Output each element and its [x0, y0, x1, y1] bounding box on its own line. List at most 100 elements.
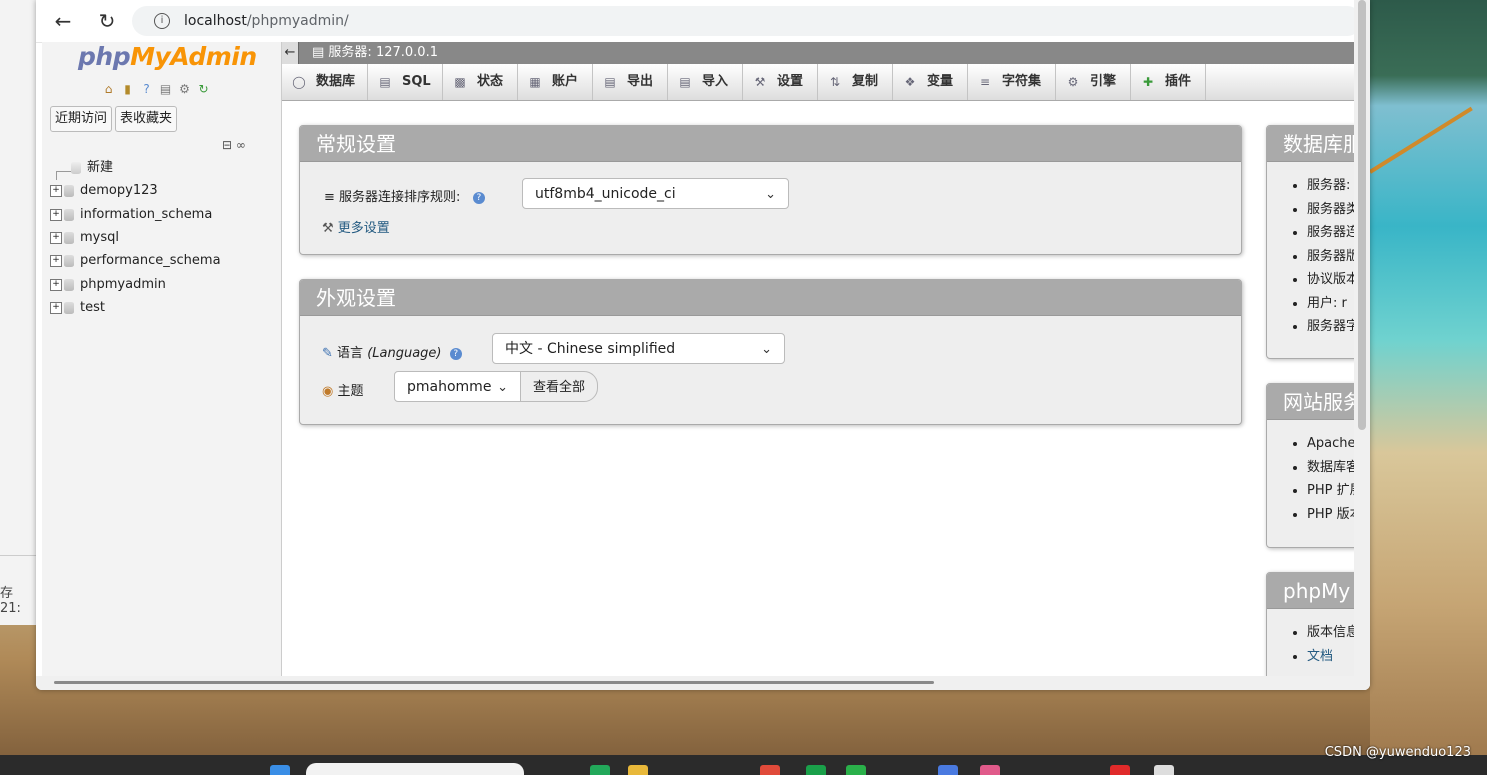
- charset-icon: ≡: [979, 75, 991, 89]
- refresh-icon[interactable]: ↻: [196, 82, 211, 97]
- app-icon[interactable]: [1154, 765, 1174, 775]
- home-icon[interactable]: ⌂: [101, 82, 116, 97]
- database-icon: [64, 278, 74, 291]
- tab-import[interactable]: ▤ 导入: [668, 64, 743, 100]
- database-icon: [64, 232, 74, 244]
- tree-db-item[interactable]: + performance_schema: [50, 250, 221, 272]
- tree-db-item[interactable]: + demopy123: [50, 180, 158, 202]
- appearance-settings-title: 外观设置: [300, 280, 1241, 316]
- collation-icon: ≡: [324, 190, 335, 205]
- expand-icon[interactable]: +: [50, 232, 62, 244]
- exit-icon[interactable]: ▮: [120, 82, 135, 97]
- status-icon: ▩: [454, 75, 466, 89]
- expand-icon[interactable]: +: [50, 302, 62, 314]
- folder-icon[interactable]: [628, 765, 648, 775]
- taskbar-search[interactable]: [306, 763, 524, 775]
- browser-toolbar: ← ↻ i localhost/phpmyadmin/: [36, 0, 1370, 43]
- tree-db-item[interactable]: + mysql: [50, 227, 119, 249]
- tab-databases[interactable]: ◯ 数据库: [282, 64, 368, 100]
- chevron-down-icon: ⌄: [497, 380, 508, 395]
- windows-taskbar: [0, 755, 1487, 775]
- tab-label: 引擎: [1090, 74, 1117, 89]
- tab-label: 插件: [1165, 74, 1192, 89]
- app-icon[interactable]: [806, 765, 826, 775]
- help-icon[interactable]: ?: [472, 191, 485, 204]
- arrow-left-icon[interactable]: ←: [50, 8, 76, 34]
- tree-new-label: 新建: [87, 160, 114, 175]
- start-icon[interactable]: [270, 765, 290, 775]
- chevron-down-icon: ⌄: [765, 187, 776, 202]
- more-settings-link[interactable]: 更多设置: [338, 221, 390, 236]
- server-address: 127.0.0.1: [375, 45, 438, 60]
- tab-label: 数据库: [316, 74, 356, 89]
- docs-icon[interactable]: ▤: [158, 82, 173, 97]
- info-icon[interactable]: i: [154, 13, 170, 29]
- recent-tab[interactable]: 近期访问: [50, 106, 113, 132]
- desktop-wallpaper: [1368, 0, 1487, 755]
- app-icon[interactable]: [1110, 765, 1130, 775]
- collapse-all-icon[interactable]: ⊟ ∞: [222, 138, 246, 152]
- expand-icon[interactable]: +: [50, 208, 62, 221]
- language-row: ✎ 语言 (Language) ?: [322, 342, 462, 361]
- app-icon[interactable]: [980, 765, 1000, 775]
- tree-db-item[interactable]: + information_schema: [50, 204, 212, 226]
- tab-accounts[interactable]: ▦ 账户: [518, 64, 593, 100]
- app-icon[interactable]: [938, 765, 958, 775]
- tab-settings[interactable]: ⚒ 设置: [743, 64, 818, 100]
- reload-icon[interactable]: ↻: [94, 8, 120, 34]
- expand-icon[interactable]: +: [50, 278, 62, 291]
- tab-variables[interactable]: ❖ 变量: [893, 64, 968, 100]
- app-icon[interactable]: [590, 765, 610, 775]
- address-bar[interactable]: i localhost/phpmyadmin/: [132, 6, 1362, 36]
- tab-sql[interactable]: ▤ SQL: [368, 64, 443, 100]
- tab-label: 字符集: [1002, 74, 1042, 89]
- tab-status[interactable]: ▩ 状态: [443, 64, 518, 100]
- top-menu: ◯ 数据库 ▤ SQL ▩ 状态 ▦ 账户 ▤ 导出 ▤ 导入 ⚒ 设置 ⇅ 复制 ❖ 变量 ≡ 字…: [282, 64, 1354, 101]
- gear-icon[interactable]: ⚙: [177, 82, 192, 97]
- server-label[interactable]: ▤ 服务器: 127.0.0.1: [312, 42, 438, 64]
- variables-icon: ❖: [904, 75, 916, 89]
- help-icon[interactable]: ?: [449, 347, 462, 360]
- collation-row: ≡ 服务器连接排序规则: ?: [324, 186, 485, 205]
- tab-replication[interactable]: ⇅ 复制: [818, 64, 893, 100]
- collation-select[interactable]: utf8mb4_unicode_ci ⌄: [522, 178, 789, 209]
- tab-export[interactable]: ▤ 导出: [593, 64, 668, 100]
- phpmyadmin-logo[interactable]: phpMyAdmin: [78, 42, 257, 71]
- tab-label: 账户: [552, 74, 579, 89]
- chevron-down-icon: ⌄: [761, 342, 772, 357]
- tree-db-label: information_schema: [80, 206, 213, 222]
- tree-db-item[interactable]: + phpmyadmin: [50, 274, 166, 296]
- logo-myadmin: MyAdmin: [130, 42, 257, 71]
- tab-label: 设置: [777, 74, 804, 89]
- help-icon[interactable]: ?: [139, 82, 154, 97]
- wechat-icon[interactable]: [846, 765, 866, 775]
- tab-plugins[interactable]: ✚ 插件: [1131, 64, 1206, 100]
- language-value: 中文 - Chinese simplified: [505, 341, 676, 357]
- url-path: /phpmyadmin/: [246, 13, 349, 29]
- horizontal-scrollbar[interactable]: [36, 676, 1354, 690]
- tree-db-item[interactable]: + test: [50, 297, 105, 319]
- browser-icon[interactable]: [760, 765, 780, 775]
- documentation-link[interactable]: 文档: [1307, 649, 1333, 664]
- collapse-nav-icon[interactable]: ←: [282, 42, 299, 64]
- language-select[interactable]: 中文 - Chinese simplified ⌄: [492, 333, 785, 364]
- horizontal-scrollbar-thumb[interactable]: [54, 681, 934, 684]
- view-all-themes-button[interactable]: 查看全部: [520, 371, 599, 402]
- tab-charsets[interactable]: ≡ 字符集: [968, 64, 1056, 100]
- vertical-scrollbar[interactable]: [1354, 0, 1370, 690]
- vertical-scrollbar-thumb[interactable]: [1358, 0, 1366, 430]
- expand-icon[interactable]: +: [50, 255, 62, 267]
- theme-value: pmahomme: [407, 379, 492, 395]
- theme-label: 主题: [337, 384, 364, 399]
- server-breadcrumb: ← ▤ 服务器: 127.0.0.1: [282, 42, 1354, 64]
- tree-new[interactable]: 新建: [50, 157, 114, 180]
- tree-db-label: mysql: [80, 230, 119, 245]
- accounts-icon: ▦: [529, 75, 541, 89]
- wallpaper-rope: [1368, 106, 1473, 174]
- favorites-tab[interactable]: 表收藏夹: [115, 106, 178, 132]
- expand-icon[interactable]: +: [50, 185, 62, 197]
- wrench-icon: ⚒: [754, 75, 766, 89]
- background-divider: [0, 555, 36, 556]
- tab-engines[interactable]: ⚙ 引擎: [1056, 64, 1131, 100]
- theme-select[interactable]: pmahomme ⌄: [394, 371, 521, 402]
